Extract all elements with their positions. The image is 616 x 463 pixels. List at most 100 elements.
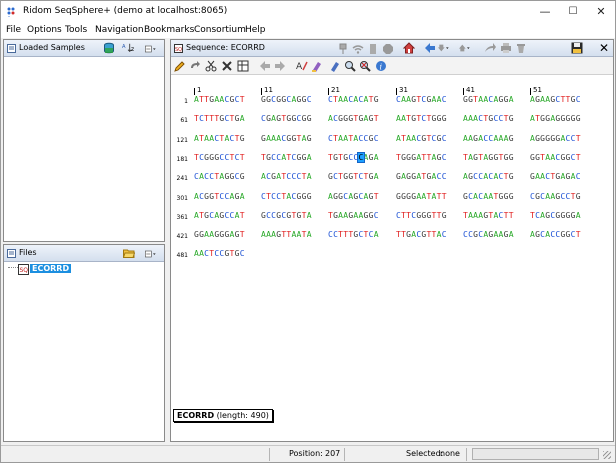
menu-navigation[interactable]: Navigation	[95, 25, 144, 35]
down-arrow-icon[interactable]	[438, 42, 450, 54]
base[interactable]: G	[442, 211, 447, 220]
base[interactable]: T	[240, 153, 245, 162]
sequence-block[interactable]: AGGGGGACCT	[530, 134, 581, 143]
base[interactable]: C	[442, 172, 447, 181]
base[interactable]: C	[576, 172, 581, 181]
base[interactable]: C	[576, 95, 581, 104]
base[interactable]: G	[509, 134, 514, 143]
sequence-block[interactable]: GCTGGTCTGA	[328, 172, 379, 181]
base[interactable]: G	[509, 192, 514, 201]
export-icon[interactable]	[484, 42, 496, 54]
up-arrow-icon[interactable]	[459, 42, 471, 54]
redo-icon[interactable]	[189, 60, 201, 72]
base[interactable]: T	[576, 230, 581, 239]
sequence-block[interactable]: CTCCTACGGG	[261, 192, 312, 201]
base[interactable]: T	[442, 192, 447, 201]
sequence-block[interactable]: AACTCCGTGC	[194, 249, 245, 258]
base[interactable]: C	[240, 249, 245, 258]
save-icon[interactable]	[571, 42, 583, 54]
sequence-block[interactable]: AGCACCGGCT	[530, 230, 581, 239]
base[interactable]: T	[509, 211, 514, 220]
sequence-block[interactable]: ATGGAGGGGG	[530, 114, 581, 123]
sequence-block[interactable]: CTAATACCGC	[328, 134, 379, 143]
sequence-block[interactable]: CTTCGGGTTG	[396, 211, 447, 220]
base[interactable]: G	[576, 114, 581, 123]
close-button[interactable]: ✕	[587, 1, 615, 23]
tools-icon[interactable]	[221, 60, 233, 72]
base[interactable]: A	[576, 211, 581, 220]
minimize-button[interactable]: —	[531, 1, 559, 23]
base[interactable]: A	[307, 153, 312, 162]
sequence-block[interactable]: GCCGCGTGTA	[261, 211, 312, 220]
base[interactable]: G	[442, 114, 447, 123]
sequence-block[interactable]: ACGGGTGAGT	[328, 114, 379, 123]
base[interactable]: T	[576, 134, 581, 143]
sequence-block[interactable]: CAAGTCGAAC	[396, 95, 447, 104]
grid-icon[interactable]	[237, 60, 249, 72]
base[interactable]: G	[307, 134, 312, 143]
sequence-block[interactable]: AATGTCTGGG	[396, 114, 447, 123]
sequence-block[interactable]: CACCTAGGCG	[194, 172, 245, 181]
home-icon[interactable]	[403, 42, 415, 54]
sequence-block[interactable]: TAGTAGGTGG	[463, 153, 514, 162]
sequence-block[interactable]: TGAAGAAGGC	[328, 211, 379, 220]
close-panel-icon[interactable]: ✕	[599, 40, 609, 57]
sequence-block[interactable]: GGCGGCAGGC	[261, 95, 312, 104]
base[interactable]: T	[374, 114, 379, 123]
sequence-block[interactable]: GGTAACGGCT	[530, 153, 581, 162]
print-icon[interactable]	[500, 42, 512, 54]
open-folder-icon[interactable]	[123, 247, 135, 259]
database-icon[interactable]	[103, 42, 115, 54]
base[interactable]: G	[509, 114, 514, 123]
base[interactable]: C	[307, 95, 312, 104]
base[interactable]: A	[307, 172, 312, 181]
base[interactable]: C	[374, 134, 379, 143]
sequence-block[interactable]: CCGCAGAAGA	[463, 230, 514, 239]
base[interactable]: G	[576, 192, 581, 201]
maximize-button[interactable]: ☐	[559, 1, 587, 23]
base[interactable]: T	[240, 211, 245, 220]
sequence-block[interactable]: CCTTTGCTCA	[328, 230, 379, 239]
search-icon[interactable]	[344, 60, 356, 72]
menu-help[interactable]: Help	[245, 25, 266, 35]
base[interactable]: G	[374, 95, 379, 104]
sequence-block[interactable]: TCTTTGCTGA	[194, 114, 245, 123]
search-clear-icon[interactable]	[359, 60, 371, 72]
sequence-block[interactable]: ATTGAACGCT	[194, 95, 245, 104]
base[interactable]: G	[240, 134, 245, 143]
base[interactable]: A	[240, 114, 245, 123]
info-icon[interactable]: i	[375, 60, 387, 72]
base[interactable]: C	[442, 153, 447, 162]
menu-options[interactable]: Options	[27, 25, 62, 35]
base[interactable]: A	[509, 95, 514, 104]
base[interactable]: A	[307, 211, 312, 220]
sequence-block[interactable]: CGAGTGGCGG	[261, 114, 312, 123]
sequence-block[interactable]: GGGGAATATT	[396, 192, 447, 201]
sequence-block[interactable]: GAGGATGACC	[396, 172, 447, 181]
base[interactable]: T	[374, 192, 379, 201]
sequence-block[interactable]: TGCCATCGGA	[261, 153, 312, 162]
wifi-icon[interactable]	[352, 43, 364, 55]
file-tree-label[interactable]: ECORRD	[30, 264, 72, 273]
sequence-block[interactable]: AGAAGCTTGC	[530, 95, 581, 104]
base[interactable]: A	[509, 230, 514, 239]
menu-tools[interactable]: Tools	[65, 25, 87, 35]
sequence-block[interactable]: ATAACTACTG	[194, 134, 245, 143]
base[interactable]: A	[374, 230, 379, 239]
sequence-block[interactable]: ACGATCCCTA	[261, 172, 312, 181]
nav-right-icon[interactable]	[274, 60, 286, 72]
base[interactable]: G	[307, 192, 312, 201]
sequence-block[interactable]: GAAACGGTAG	[261, 134, 312, 143]
sequence-block[interactable]: AAACTGCCTG	[463, 114, 514, 123]
nav-left-icon[interactable]	[259, 60, 271, 72]
sequence-block[interactable]: AGCCACACTG	[463, 172, 514, 181]
base[interactable]: A	[374, 153, 379, 162]
sequence-block[interactable]: TGTGCCCAGA	[328, 151, 379, 163]
sequence-block[interactable]: GGAAGGGAGT	[194, 230, 245, 239]
cut-icon[interactable]	[205, 60, 217, 72]
edit-pencil-icon[interactable]	[174, 60, 186, 72]
back-arrow-icon[interactable]	[424, 42, 436, 54]
base[interactable]: C	[442, 95, 447, 104]
base[interactable]: T	[576, 153, 581, 162]
sequence-block[interactable]: ATGCAGCCAT	[194, 211, 245, 220]
